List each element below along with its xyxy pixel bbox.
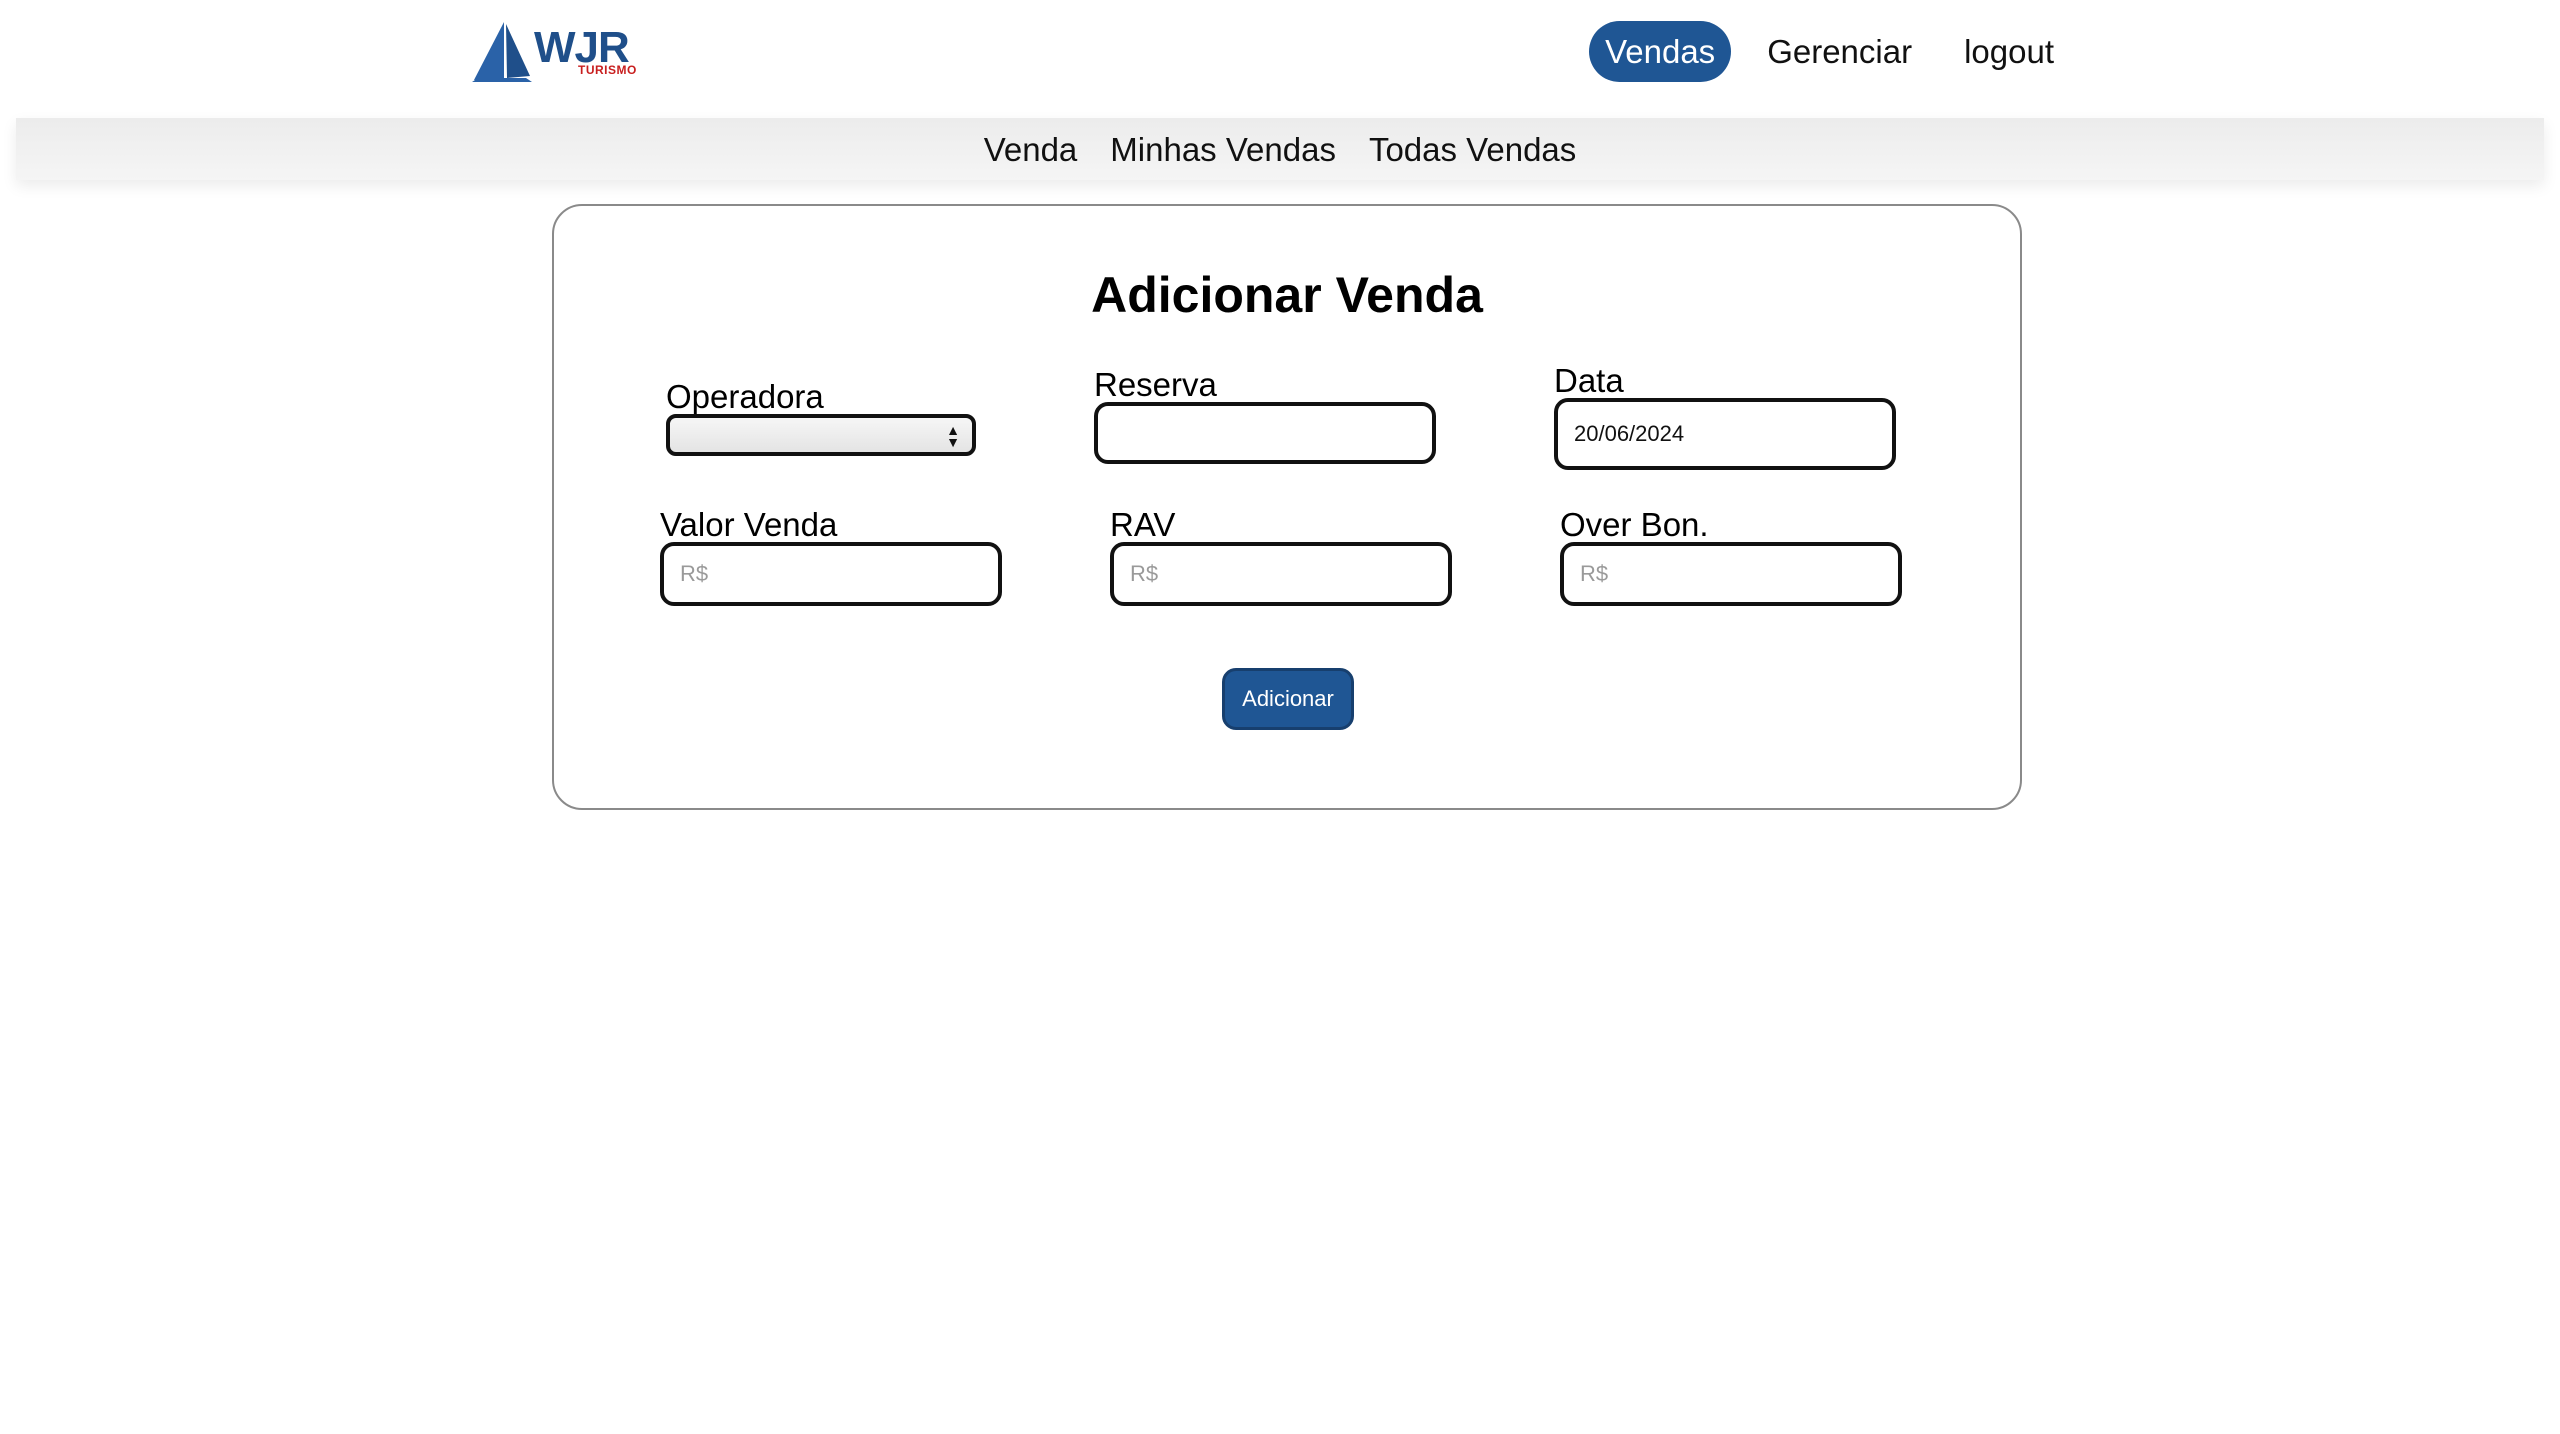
operadora-label: Operadora (666, 378, 824, 415)
over-bon-label: Over Bon. (1560, 506, 1709, 543)
reserva-label: Reserva (1094, 366, 1217, 403)
top-header: WJR TURISMO Vendas Gerenciar logout (0, 0, 2560, 118)
subnav-todas-vendas[interactable]: Todas Vendas (1369, 133, 1576, 166)
data-label: Data (1554, 362, 1624, 399)
nav-logout[interactable]: logout (1948, 21, 2070, 82)
select-arrows-icon: ▲ ▼ (946, 422, 960, 450)
sail-logo-icon (472, 22, 532, 82)
subnav-minhas-vendas[interactable]: Minhas Vendas (1110, 133, 1336, 166)
operadora-select[interactable]: ▲ ▼ (666, 414, 976, 456)
wjr-logo[interactable]: WJR TURISMO (470, 20, 640, 84)
subnav-venda[interactable]: Venda (984, 133, 1078, 166)
form-title: Adicionar Venda (1091, 267, 1483, 323)
nav-gerenciar[interactable]: Gerenciar (1751, 21, 1928, 82)
add-sale-form-card: Adicionar Venda Operadora ▲ ▼ Reserva Dat… (552, 204, 2022, 810)
logo-subtitle: TURISMO (578, 63, 637, 77)
sub-nav: Venda Minhas Vendas Todas Vendas (16, 118, 2544, 180)
main-nav: Vendas Gerenciar logout (1589, 21, 2070, 82)
valor-venda-input[interactable] (660, 542, 1002, 606)
over-bon-input[interactable] (1560, 542, 1902, 606)
adicionar-button[interactable]: Adicionar (1222, 668, 1354, 730)
reserva-input[interactable] (1094, 402, 1436, 464)
nav-vendas[interactable]: Vendas (1589, 21, 1732, 82)
rav-label: RAV (1110, 506, 1176, 543)
data-input[interactable]: 20/06/2024 (1554, 398, 1896, 470)
valor-venda-label: Valor Venda (660, 506, 838, 543)
data-value: 20/06/2024 (1574, 421, 1685, 446)
rav-input[interactable] (1110, 542, 1452, 606)
